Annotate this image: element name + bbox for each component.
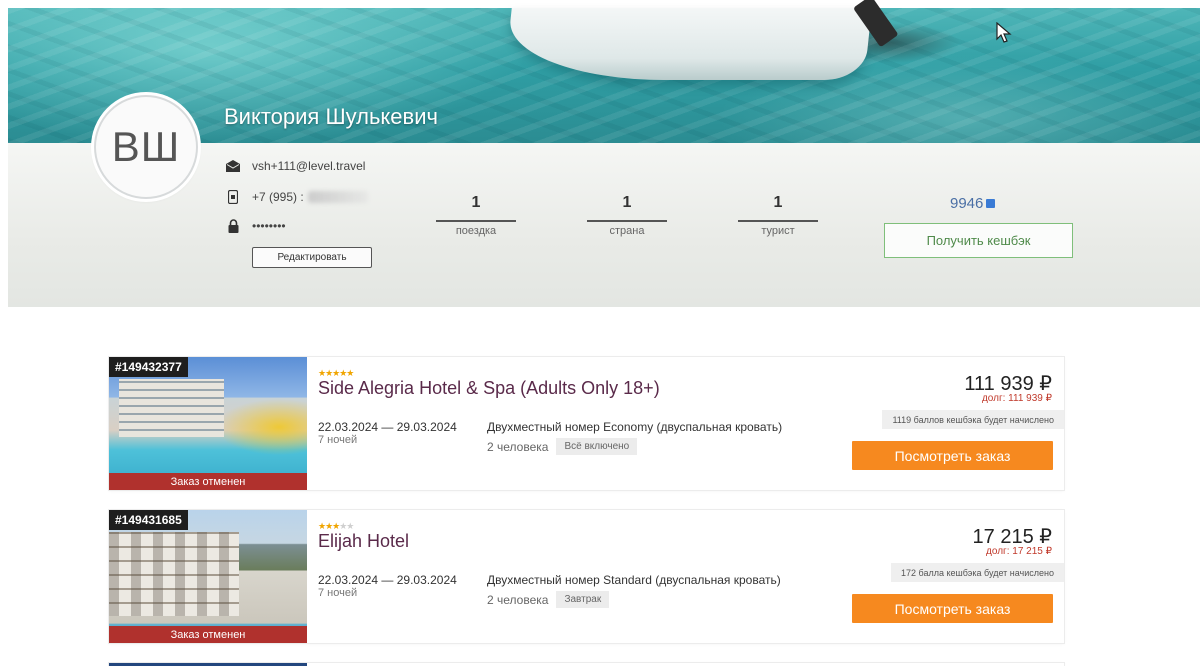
email-value: vsh+111@level.travel [252, 159, 366, 173]
stat-divider [738, 220, 818, 222]
order-number: #149431685 [109, 510, 188, 530]
password-value: •••••••• [252, 219, 286, 233]
view-order-button[interactable]: Посмотреть заказ [852, 594, 1053, 623]
stat-divider [436, 220, 516, 222]
phone-icon [226, 190, 240, 204]
room-type: Двухместный номер Economy (двуспальная к… [487, 420, 783, 434]
envelope-icon [226, 159, 240, 173]
phone-value: +7 (995) : [252, 190, 304, 204]
user-name: Виктория Шулькевич [224, 104, 438, 129]
stat-divider [587, 220, 667, 222]
view-order-button[interactable]: Посмотреть заказ [852, 441, 1053, 470]
password-row: •••••••• [226, 219, 286, 233]
cashback-balance-value: 9946 [950, 195, 984, 212]
email-row: vsh+111@level.travel [226, 159, 365, 173]
hotel-photo[interactable]: #149431685 Заказ отменен [109, 510, 307, 643]
stat-tourists: 1 турист [738, 194, 818, 237]
phone-blur [307, 191, 368, 203]
order-status-badge: Заказ отменен [109, 473, 307, 490]
stat-trips: 1 поездка [436, 194, 516, 237]
order-number: #149432377 [109, 357, 188, 377]
trip-nights: 7 ночей [318, 434, 358, 446]
hotel-building-image [119, 379, 224, 437]
hotel-name-link[interactable]: Elijah Hotel [318, 531, 409, 552]
cashback-note: 172 балла кешбэка будет начислено [891, 563, 1064, 582]
edit-profile-button[interactable]: Редактировать [252, 247, 372, 268]
stat-tourists-value: 1 [773, 194, 783, 211]
order-debt: долг: 17 215 ₽ [986, 546, 1052, 557]
stat-countries: 1 страна [587, 194, 667, 237]
meal-plan-tag: Всё включено [556, 438, 638, 455]
trip-dates: 22.03.2024 — 29.03.2024 [318, 420, 457, 434]
guests-info: 2 человека Всё включено [487, 438, 638, 455]
star-icons-empty: ★★ [339, 521, 354, 531]
cashback-balance: 9946 [950, 195, 996, 212]
trip-nights: 7 ночей [318, 587, 358, 599]
lock-icon [226, 219, 240, 233]
avatar[interactable]: ВШ [94, 95, 198, 199]
stat-trips-value: 1 [471, 194, 481, 211]
order-status-badge: Заказ отменен [109, 626, 307, 643]
meal-plan-tag: Завтрак [556, 591, 610, 608]
order-card: #149431685 Заказ отменен ★★★★★ Elijah Ho… [109, 510, 1064, 643]
mouse-cursor-icon [996, 22, 1012, 43]
stat-tourists-label: турист [761, 225, 795, 237]
order-debt: долг: 111 939 ₽ [981, 393, 1052, 404]
order-card: #149432377 Заказ отменен ★★★★★ Side Aleg… [109, 357, 1064, 490]
room-type: Двухместный номер Standard (двуспальная … [487, 573, 781, 587]
guests-count: 2 человека [487, 592, 549, 607]
bonus-coin-icon [986, 199, 996, 208]
get-cashback-button[interactable]: Получить кешбэк [884, 223, 1073, 258]
trip-dates: 22.03.2024 — 29.03.2024 [318, 573, 457, 587]
phone-row: +7 (995) : [226, 190, 368, 204]
star-icons-filled: ★★★★★ [318, 368, 354, 378]
stat-countries-label: страна [609, 225, 645, 237]
guests-info: 2 человека Завтрак [487, 591, 610, 608]
star-icons-filled: ★★★ [318, 521, 340, 531]
cashback-note: 1119 баллов кешбэка будет начислено [882, 410, 1064, 429]
guests-count: 2 человека [487, 439, 549, 454]
hotel-name-link[interactable]: Side Alegria Hotel & Spa (Adults Only 18… [318, 378, 660, 399]
stat-countries-value: 1 [622, 194, 632, 211]
hotel-building-image [109, 532, 239, 616]
stat-trips-label: поездка [455, 225, 497, 237]
hotel-photo[interactable]: #149432377 Заказ отменен [109, 357, 307, 490]
